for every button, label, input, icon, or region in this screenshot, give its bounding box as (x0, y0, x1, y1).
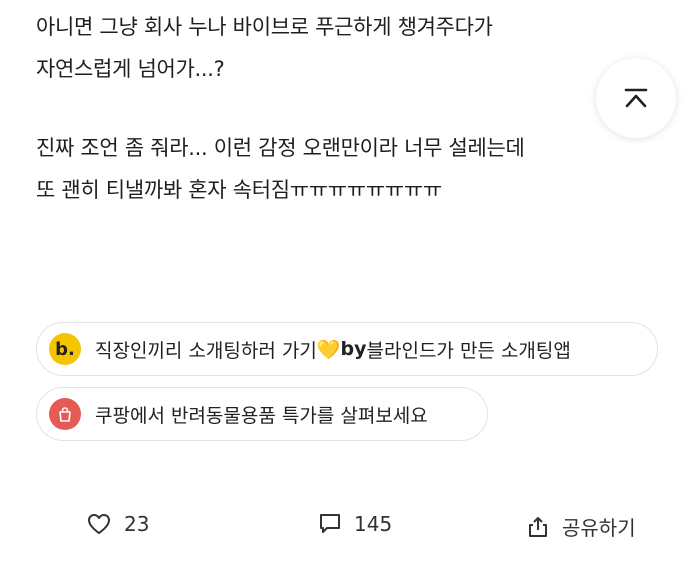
paragraph-line: 또 괜히 티낼까봐 혼자 속터짐ㅠㅠㅠㅠㅠㅠㅠㅠ (36, 178, 442, 202)
promo-suffix: 블라인드가 만든 소개팅앱 (366, 339, 571, 362)
scroll-to-top-button[interactable] (596, 58, 676, 138)
comment-count: 145 (354, 512, 393, 536)
post-body: 아니면 그냥 회사 누나 바이브로 푸근하게 챙겨주다가 자연스럽게 넘어가..… (36, 6, 636, 211)
paragraph-line: 자연스럽게 넘어가...? (36, 57, 225, 81)
like-count: 23 (124, 512, 150, 536)
yellow-heart-emoji: 💛 (316, 338, 341, 361)
like-button[interactable]: 23 (86, 512, 149, 536)
share-button[interactable]: 공유하기 (526, 512, 636, 541)
promo-by: by (340, 338, 367, 360)
shopping-bag-icon (49, 398, 81, 430)
promo-text: 직장인끼리 소개팅하러 가기 (95, 339, 317, 362)
paragraph-line: 진짜 조언 좀 줘라... 이런 감정 오랜만이라 너무 설레는데 (36, 136, 525, 160)
comment-icon (320, 514, 340, 533)
coupang-pet-promo-link[interactable]: 쿠팡에서 반려동물용품 특가를 살펴보세요 (36, 387, 488, 441)
heart-icon (88, 514, 110, 534)
promo-text: 쿠팡에서 반려동물용품 특가를 살펴보세요 (95, 404, 428, 427)
paragraph-line: 아니면 그냥 회사 누나 바이브로 푸근하게 챙겨주다가 (36, 15, 493, 39)
blind-b-icon: b. (49, 333, 81, 365)
paragraph: 진짜 조언 좀 줘라... 이런 감정 오랜만이라 너무 설레는데 또 괜히 티… (36, 127, 636, 211)
paragraph: 아니면 그냥 회사 누나 바이브로 푸근하게 챙겨주다가 자연스럽게 넘어가..… (36, 6, 636, 90)
share-label: 공유하기 (562, 516, 636, 540)
comment-button[interactable]: 145 (318, 512, 392, 536)
post-actions-bar: 23 145 공유하기 (0, 512, 700, 552)
blind-dating-promo-link[interactable]: b. 직장인끼리 소개팅하러 가기 💛 by 블라인드가 만든 소개팅앱 (36, 322, 658, 376)
share-icon (529, 516, 547, 537)
arrow-up-to-top-icon (624, 88, 648, 108)
